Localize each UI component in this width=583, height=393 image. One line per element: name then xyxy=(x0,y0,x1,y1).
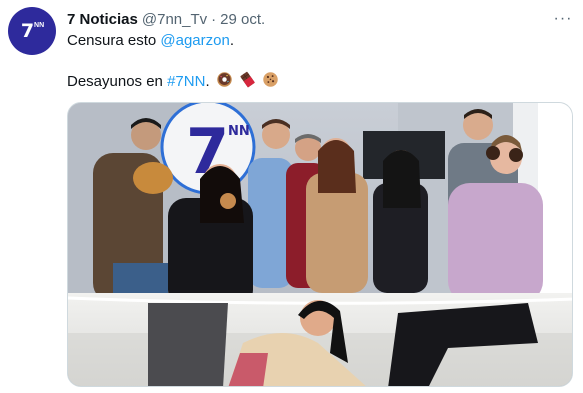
tweet-header: 7 Noticias @7nn_Tv · 29 oct. xyxy=(67,9,265,29)
display-name[interactable]: 7 Noticias xyxy=(67,11,138,28)
tweet-date[interactable]: 29 oct. xyxy=(220,11,265,28)
hashtag-link[interactable]: #7NN xyxy=(167,73,205,90)
text-suffix: . xyxy=(205,73,210,90)
text-prefix: Censura esto xyxy=(67,32,161,49)
logo-nn: NN xyxy=(228,124,250,139)
donut-emoji xyxy=(216,71,233,94)
user-handle[interactable]: @7nn_Tv xyxy=(142,11,207,28)
chocolate-bar-emoji xyxy=(239,71,256,94)
tweet[interactable]: 7 NN 7 Noticias @7nn_Tv · 29 oct. ··· Cen… xyxy=(0,0,583,393)
more-options-button[interactable]: ··· xyxy=(551,9,575,29)
separator-dot: · xyxy=(211,10,217,28)
group-breakfast-photo: 7 NN xyxy=(68,103,572,386)
cookie-emoji xyxy=(262,71,279,94)
person-front-seated-left xyxy=(148,303,228,386)
avatar-logo: 7 xyxy=(20,20,34,42)
avatar-logo-sup: NN xyxy=(34,21,45,29)
mention-link[interactable]: @agarzon xyxy=(160,32,229,49)
text-prefix: Desayunos en xyxy=(67,73,168,90)
tweet-text-line-1: Censura esto @agarzon. xyxy=(67,31,234,51)
tweet-text-line-2: Desayunos en #7NN. xyxy=(67,71,279,94)
tweet-photo[interactable]: 7 NN xyxy=(67,102,573,387)
more-horizontal-icon: ··· xyxy=(553,10,573,27)
text-suffix: . xyxy=(229,32,234,49)
avatar[interactable]: 7 NN xyxy=(8,7,56,55)
